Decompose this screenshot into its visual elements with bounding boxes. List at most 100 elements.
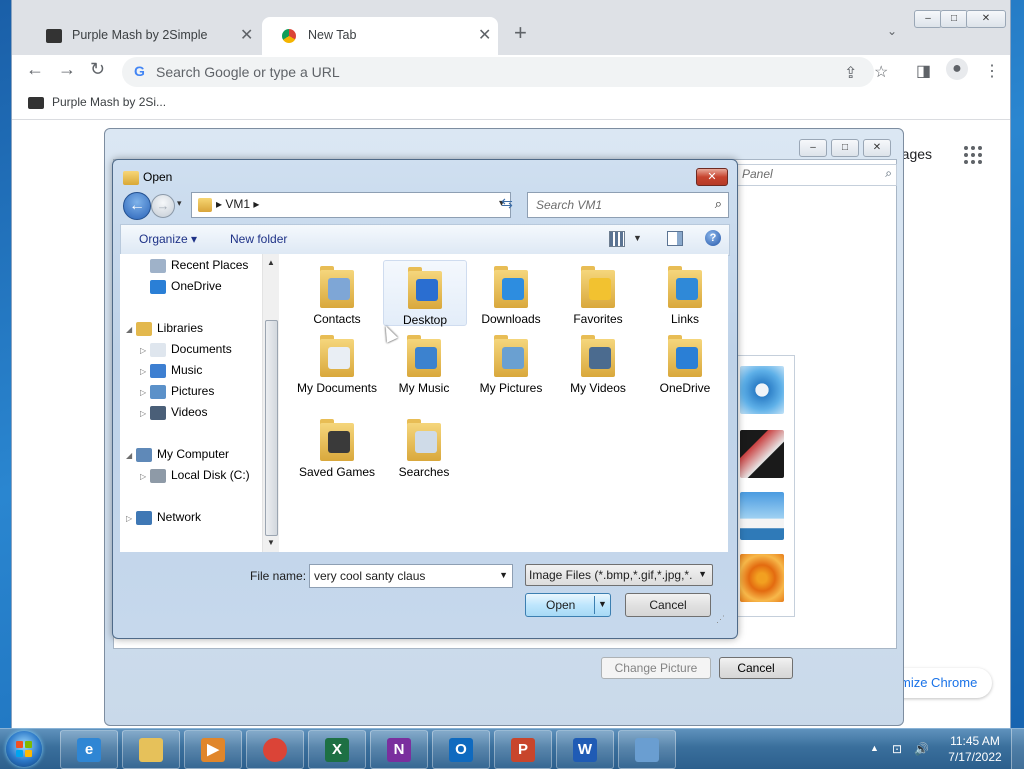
taskbar-file-explorer-button[interactable] <box>122 730 180 769</box>
network-tray-icon[interactable]: ⊡ <box>892 742 902 756</box>
file-name-dropdown-icon[interactable]: ▼ <box>499 570 508 580</box>
address-bar[interactable]: ▸ VM1 ▸ ▾ <box>191 192 511 218</box>
tab-new-tab[interactable]: New Tab ✕ <box>262 17 498 55</box>
start-button[interactable] <box>6 731 42 767</box>
nav-pane-scrollbar[interactable]: ▲ ▼ <box>262 254 280 552</box>
nav-tree-item[interactable]: ▷ Pictures <box>140 384 214 399</box>
volume-icon[interactable]: 🔊 <box>914 742 929 756</box>
google-apps-icon[interactable] <box>964 146 984 166</box>
back-arrow-icon[interactable]: ← <box>26 59 44 80</box>
forward-arrow-icon[interactable]: → <box>58 59 76 80</box>
scroll-down-icon[interactable]: ▼ <box>267 538 275 547</box>
taskbar-onenote-button[interactable]: N <box>370 730 428 769</box>
folder-item[interactable]: Contacts <box>296 260 378 326</box>
profile-avatar-icon[interactable]: ● <box>946 58 968 80</box>
nav-tree-item[interactable]: ▷ Music <box>140 363 202 378</box>
outer-search-box[interactable]: Panel ⌕ <box>737 164 897 186</box>
nav-tree-item[interactable]: ▷ Videos <box>140 405 207 420</box>
share-icon[interactable]: ⇪ <box>844 63 857 83</box>
taskbar-outlook-button[interactable]: O <box>432 730 490 769</box>
taskbar-internet-explorer-button[interactable]: e <box>60 730 118 769</box>
expand-toggle-icon[interactable]: ▷ <box>140 388 150 397</box>
nav-tree-item[interactable]: ◢ Libraries <box>126 321 203 336</box>
search-vm1-box[interactable]: Search VM1 ⌕ <box>527 192 729 218</box>
open-dropdown-icon[interactable]: ▼ <box>598 599 607 609</box>
scrollbar-thumb[interactable] <box>265 320 278 536</box>
outer-close-button[interactable]: ✕ <box>863 139 891 157</box>
recent-locations-chevron-icon[interactable]: ▾ <box>177 198 182 209</box>
cancel-button[interactable]: Cancel <box>625 593 711 617</box>
back-button[interactable]: ← <box>123 192 151 220</box>
scroll-up-icon[interactable]: ▲ <box>267 258 275 267</box>
bookmark-star-icon[interactable]: ☆ <box>874 62 888 82</box>
taskbar-word-button[interactable]: W <box>556 730 614 769</box>
view-options-chevron-icon[interactable]: ▼ <box>633 233 642 243</box>
open-button[interactable]: Open ▼ <box>525 593 611 617</box>
show-hidden-icons-icon[interactable]: ▲ <box>870 743 879 753</box>
thumbnail-pinwheel[interactable] <box>740 366 784 414</box>
omnibox[interactable]: G Search Google or type a URL ⇪ ☆ <box>122 57 888 87</box>
folder-item[interactable]: Saved Games <box>296 413 378 479</box>
nav-tree-item[interactable]: ▷ Local Disk (C:) <box>140 468 250 483</box>
folder-item[interactable]: My Videos <box>557 329 639 395</box>
change-view-icon[interactable] <box>609 231 625 247</box>
file-type-dropdown-icon[interactable]: ▼ <box>698 569 707 579</box>
expand-toggle-icon[interactable]: ◢ <box>126 451 136 460</box>
new-tab-button[interactable]: + <box>514 22 527 44</box>
expand-toggle-icon[interactable]: ▷ <box>140 409 150 418</box>
taskbar-powerpoint-button[interactable]: P <box>494 730 552 769</box>
taskbar-excel-button[interactable]: X <box>308 730 366 769</box>
breadcrumb[interactable]: ▸ VM1 ▸ <box>216 197 259 211</box>
expand-toggle-icon[interactable]: ▷ <box>140 346 150 355</box>
expand-toggle-icon[interactable]: ▷ <box>126 514 136 523</box>
expand-toggle-icon[interactable]: ▷ <box>140 472 150 481</box>
file-name-input[interactable]: very cool santy claus ▼ <box>309 564 513 588</box>
show-desktop-button[interactable] <box>1011 729 1024 769</box>
change-picture-button[interactable]: Change Picture <box>601 657 711 679</box>
outer-maximize-button[interactable]: □ <box>831 139 859 157</box>
folder-item[interactable]: My Pictures <box>470 329 552 395</box>
folder-item[interactable]: Links <box>644 260 726 326</box>
bookmark-purple-mash[interactable]: Purple Mash by 2Si... <box>28 95 166 109</box>
folder-item[interactable]: Favorites <box>557 260 639 326</box>
maximize-button[interactable]: □ <box>940 10 968 28</box>
nav-tree-item[interactable]: ▷ Documents <box>140 342 232 357</box>
close-tab-icon[interactable]: ✕ <box>478 25 491 45</box>
nav-tree-item[interactable]: ▷ Network <box>126 510 201 525</box>
taskbar-chrome-button[interactable] <box>246 730 304 769</box>
menu-kebab-icon[interactable]: ⋮ <box>984 61 1000 81</box>
nav-tree-item[interactable]: ◢ My Computer <box>126 447 229 462</box>
expand-toggle-icon[interactable]: ◢ <box>126 325 136 334</box>
resize-grip-icon[interactable]: ⋰ <box>716 614 725 625</box>
file-type-filter[interactable]: Image Files (*.bmp,*.gif,*.jpg,*. ▼ <box>525 564 713 586</box>
folder-item[interactable]: OneDrive <box>644 329 726 395</box>
taskbar-control-panel-button[interactable] <box>618 730 676 769</box>
nav-tree-item[interactable]: OneDrive <box>140 279 222 294</box>
reload-icon[interactable]: ↻ <box>90 59 105 80</box>
taskbar-media-player-button[interactable]: ▶ <box>184 730 242 769</box>
minimize-button[interactable]: – <box>914 10 942 28</box>
tab-purple-mash[interactable]: Purple Mash by 2Simple ✕ <box>26 17 262 55</box>
thumbnail-crane[interactable] <box>740 430 784 478</box>
outer-minimize-button[interactable]: – <box>799 139 827 157</box>
refresh-icon[interactable]: ⇆ <box>496 195 518 215</box>
open-dialog-close-button[interactable]: ✕ <box>696 168 728 186</box>
folder-item[interactable]: Searches <box>383 413 465 479</box>
tab-search-chevron-icon[interactable]: ⌄ <box>887 24 897 38</box>
close-tab-icon[interactable]: ✕ <box>240 25 253 45</box>
folder-item[interactable]: My Documents <box>296 329 378 395</box>
organize-menu[interactable]: Organize ▾ <box>139 232 197 246</box>
new-folder-button[interactable]: New folder <box>230 232 287 246</box>
nav-tree-item[interactable]: Recent Places <box>140 258 248 273</box>
folder-item[interactable]: Desktop <box>383 260 467 327</box>
preview-pane-icon[interactable] <box>667 231 683 246</box>
side-panel-icon[interactable]: ◨ <box>916 61 931 81</box>
outer-cancel-button[interactable]: Cancel <box>719 657 793 679</box>
thumbnail-sailboat[interactable] <box>740 492 784 540</box>
forward-button[interactable]: → <box>151 194 175 218</box>
close-window-button[interactable]: ✕ <box>966 10 1006 28</box>
clock[interactable]: 11:45 AM 7/17/2022 <box>942 733 1008 765</box>
expand-toggle-icon[interactable]: ▷ <box>140 367 150 376</box>
thumbnail-flower[interactable] <box>740 554 784 602</box>
help-icon[interactable]: ? <box>705 230 721 246</box>
